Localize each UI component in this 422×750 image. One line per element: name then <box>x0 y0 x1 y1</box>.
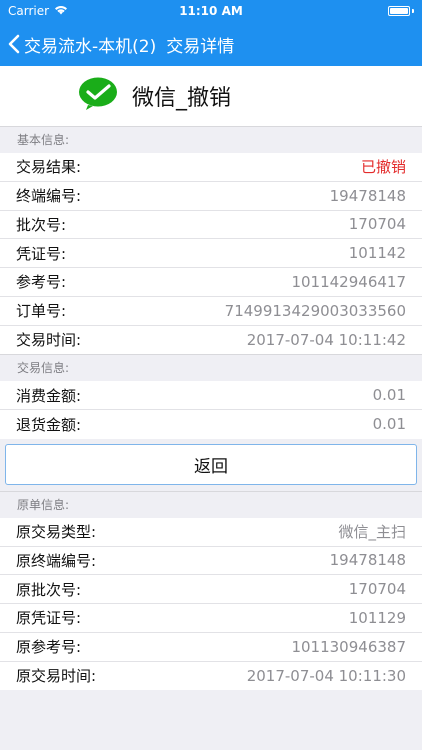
table-row: 退货金额: 0.01 <box>0 410 422 439</box>
table-row: 凭证号: 101142 <box>0 239 422 268</box>
table-row: 终端编号: 19478148 <box>0 182 422 211</box>
table-row: 消费金额: 0.01 <box>0 381 422 410</box>
row-value: 19478148 <box>329 186 406 205</box>
row-label: 原批次号: <box>16 580 82 599</box>
row-value: 7149913429003033560 <box>224 301 406 320</box>
row-label: 参考号: <box>16 273 67 292</box>
status-bar: Carrier 11:10 AM <box>0 0 422 22</box>
row-label: 订单号: <box>16 302 67 321</box>
section-basic-info-title: 基本信息: <box>0 126 422 153</box>
row-label: 终端编号: <box>16 187 82 206</box>
transaction-type-title: 微信_撤销 <box>132 86 232 111</box>
row-value: 101142 <box>348 244 406 263</box>
row-value: 19478148 <box>329 551 406 570</box>
original-info-list: 原交易类型: 微信_主扫 原终端编号: 19478148 原批次号: 170704 原… <box>0 517 422 691</box>
table-row: 原终端编号: 19478148 <box>0 547 422 576</box>
row-value: 170704 <box>348 215 406 234</box>
row-label: 原终端编号: <box>16 551 97 570</box>
row-value: 101129 <box>348 608 406 627</box>
row-value: 2017-07-04 10:11:30 <box>246 666 406 685</box>
row-value: 101142946417 <box>291 272 406 291</box>
row-label: 交易时间: <box>16 331 82 350</box>
row-value: 0.01 <box>372 386 406 405</box>
transaction-info-list: 消费金额: 0.01 退货金额: 0.01 <box>0 381 422 439</box>
status-value: 已撤销 <box>360 158 406 177</box>
row-value: 170704 <box>348 580 406 599</box>
row-label: 消费金额: <box>16 386 82 405</box>
table-row: 原交易类型: 微信_主扫 <box>0 518 422 547</box>
row-label: 交易结果: <box>16 158 82 177</box>
return-button-container: 返回 <box>0 438 422 491</box>
return-button[interactable]: 返回 <box>5 443 417 485</box>
table-row: 原交易时间: 2017-07-04 10:11:30 <box>0 662 422 691</box>
back-button[interactable]: 交易流水-本机(2) <box>8 32 156 57</box>
navigation-bar: 交易流水-本机(2) 交易详情 <box>0 22 422 66</box>
row-label: 批次号: <box>16 215 67 234</box>
table-row: 批次号: 170704 <box>0 211 422 240</box>
wechat-logo-icon <box>78 77 118 115</box>
row-value: 微信_主扫 <box>338 523 406 542</box>
row-label: 原交易时间: <box>16 667 97 686</box>
basic-info-list: 交易结果: 已撤销 终端编号: 19478148 批次号: 170704 凭证号: 10… <box>0 153 422 355</box>
table-row: 原参考号: 101130946387 <box>0 633 422 662</box>
section-original-info-title: 原单信息: <box>0 490 422 518</box>
table-row: 原批次号: 170704 <box>0 575 422 604</box>
row-label: 原凭证号: <box>16 609 82 628</box>
table-row: 订单号: 7149913429003033560 <box>0 297 422 326</box>
table-row: 参考号: 101142946417 <box>0 268 422 297</box>
table-row: 交易时间: 2017-07-04 10:11:42 <box>0 326 422 355</box>
row-label: 退货金额: <box>16 415 82 434</box>
section-transaction-info-title: 交易信息: <box>0 354 422 382</box>
table-row: 原凭证号: 101129 <box>0 604 422 633</box>
wifi-icon <box>54 4 68 18</box>
table-row: 交易结果: 已撤销 <box>0 153 422 182</box>
row-label: 原参考号: <box>16 638 82 657</box>
page-title: 交易详情 <box>166 36 235 57</box>
row-value: 101130946387 <box>291 637 406 656</box>
row-value: 0.01 <box>372 415 406 434</box>
row-label: 原交易类型: <box>16 523 97 542</box>
chevron-left-icon <box>8 34 20 54</box>
transaction-header: 微信_撤销 <box>0 66 422 126</box>
row-value: 2017-07-04 10:11:42 <box>246 330 406 349</box>
carrier-label: Carrier <box>8 4 50 18</box>
battery-icon <box>388 6 414 16</box>
back-button-label: 交易流水-本机(2) <box>24 36 157 57</box>
row-label: 凭证号: <box>16 244 67 263</box>
